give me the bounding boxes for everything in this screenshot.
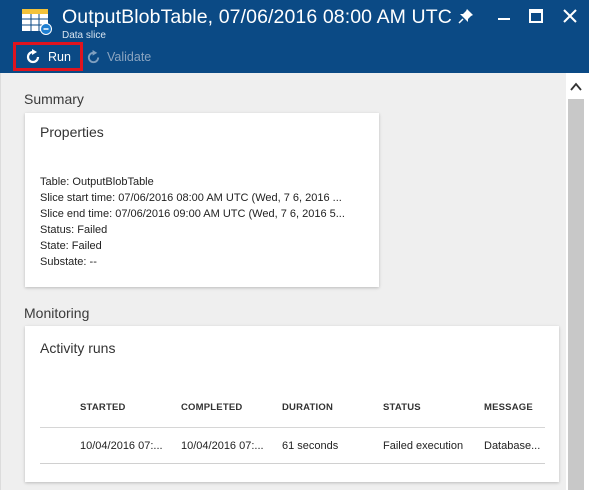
cell-message: Database... — [484, 440, 541, 452]
maximize-icon[interactable] — [528, 8, 544, 24]
chevron-up-icon[interactable] — [569, 81, 583, 93]
property-table: Table: OutputBlobTable — [40, 176, 154, 188]
properties-card-title: Properties — [40, 124, 104, 140]
blade-title: OutputBlobTable, 07/06/2016 08:00 AM UTC — [62, 6, 452, 28]
column-header-duration[interactable]: DURATION — [282, 402, 333, 413]
cell-status: Failed execution — [383, 440, 464, 452]
run-button-label: Run — [48, 49, 71, 64]
close-icon[interactable] — [562, 8, 578, 24]
cell-duration: 61 seconds — [282, 440, 339, 452]
table-header-divider — [40, 427, 545, 428]
run-button[interactable]: Run — [13, 42, 83, 71]
cell-started: 10/04/2016 07:... — [80, 440, 163, 452]
vertical-scrollbar[interactable] — [566, 73, 589, 490]
column-header-message[interactable]: MESSAGE — [484, 402, 533, 413]
table-icon — [22, 9, 52, 35]
property-state: State: Failed — [40, 240, 102, 252]
property-substate: Substate: -- — [40, 256, 97, 268]
cell-completed: 10/04/2016 07:... — [181, 440, 264, 452]
property-slice-end: Slice end time: 07/06/2016 09:00 AM UTC … — [40, 208, 345, 220]
minimize-icon[interactable] — [496, 8, 512, 24]
column-header-status[interactable]: STATUS — [383, 402, 421, 413]
column-header-completed[interactable]: COMPLETED — [181, 402, 242, 413]
properties-card[interactable]: Properties Table: OutputBlobTable Slice … — [25, 113, 379, 287]
validate-button[interactable]: Validate — [86, 46, 151, 68]
validate-button-label: Validate — [107, 50, 152, 64]
monitoring-section-title: Monitoring — [24, 305, 90, 321]
blade-header: OutputBlobTable, 07/06/2016 08:00 AM UTC… — [0, 0, 589, 73]
activity-runs-title: Activity runs — [40, 340, 116, 356]
scrollbar-thumb[interactable] — [568, 99, 584, 490]
table-row-divider — [40, 463, 545, 464]
column-header-started[interactable]: STARTED — [80, 402, 126, 413]
blade-content: Summary Properties Table: OutputBlobTabl… — [0, 73, 566, 490]
refresh-icon — [26, 48, 40, 63]
property-slice-start: Slice start time: 07/06/2016 08:00 AM UT… — [40, 192, 342, 204]
property-status: Status: Failed — [40, 224, 108, 236]
summary-section-title: Summary — [24, 91, 84, 107]
refresh-icon — [87, 49, 100, 63]
blade-subtitle: Data slice — [62, 30, 106, 41]
pin-icon[interactable] — [458, 8, 474, 24]
